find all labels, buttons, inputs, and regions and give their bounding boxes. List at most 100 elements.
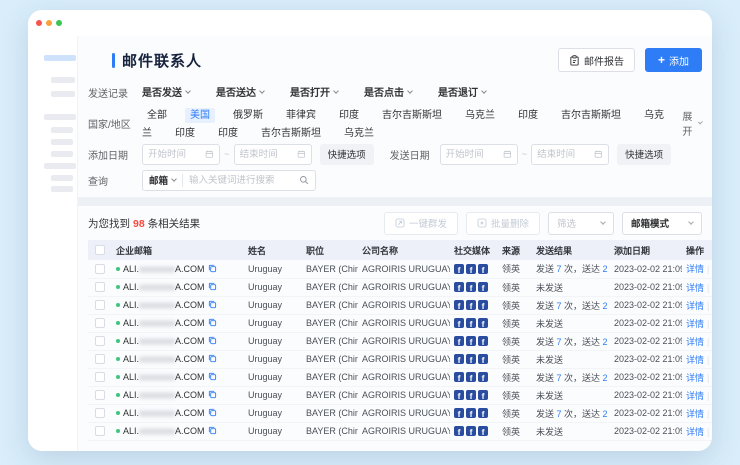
sidebar-item[interactable] [51, 186, 73, 192]
row-checkbox[interactable] [95, 300, 105, 310]
facebook-icon[interactable]: f [478, 300, 488, 310]
add-date-end-input[interactable] [234, 144, 312, 165]
filter-dropdown-是否退订[interactable]: 是否退订 [438, 84, 486, 99]
country-filter-item[interactable]: 吉尔吉斯斯坦 [377, 108, 447, 123]
facebook-icon[interactable]: f [454, 354, 464, 364]
country-filter-item[interactable]: 印度 [513, 108, 543, 123]
sidebar-item-active[interactable] [44, 55, 76, 61]
copy-icon[interactable] [208, 300, 217, 309]
facebook-icon[interactable]: f [454, 282, 464, 292]
facebook-icon[interactable]: f [478, 426, 488, 436]
maximize-window-icon[interactable] [56, 20, 62, 26]
add-button[interactable]: + 添加 [645, 48, 702, 72]
expand-button[interactable]: 展开 [682, 108, 702, 138]
country-filter-item[interactable]: 乌克兰 [339, 126, 379, 141]
facebook-icon[interactable]: f [454, 264, 464, 274]
filter-dropdown-是否点击[interactable]: 是否点击 [364, 84, 412, 99]
facebook-icon[interactable]: f [478, 354, 488, 364]
country-filter-item[interactable]: 吉尔吉斯斯坦 [256, 126, 326, 141]
sidebar-item[interactable] [51, 77, 75, 83]
copy-icon[interactable] [208, 318, 217, 327]
facebook-icon[interactable]: f [478, 336, 488, 346]
facebook-icon[interactable]: f [466, 354, 476, 364]
copy-icon[interactable] [208, 390, 217, 399]
row-checkbox[interactable] [95, 336, 105, 346]
send-date-end-input[interactable] [531, 144, 609, 165]
close-window-icon[interactable] [36, 20, 42, 26]
send-date-quick-options-button[interactable]: 快捷选项 [617, 144, 671, 165]
sidebar-item[interactable] [51, 127, 73, 133]
facebook-icon[interactable]: f [454, 408, 464, 418]
facebook-icon[interactable]: f [466, 408, 476, 418]
copy-icon[interactable] [208, 282, 217, 291]
copy-icon[interactable] [208, 408, 217, 417]
row-checkbox[interactable] [95, 408, 105, 418]
add-date-quick-options-button[interactable]: 快捷选项 [320, 144, 374, 165]
facebook-icon[interactable]: f [478, 282, 488, 292]
copy-icon[interactable] [208, 264, 217, 273]
facebook-icon[interactable]: f [454, 300, 464, 310]
detail-link[interactable]: 详情 [686, 391, 704, 401]
detail-link[interactable]: 详情 [686, 427, 704, 437]
sidebar-item[interactable] [44, 163, 76, 169]
search-input[interactable] [183, 175, 299, 186]
search-icon[interactable] [299, 175, 309, 185]
add-date-start-input[interactable] [142, 144, 220, 165]
facebook-icon[interactable]: f [478, 408, 488, 418]
filter-dropdown-是否送达[interactable]: 是否送达 [216, 84, 264, 99]
facebook-icon[interactable]: f [466, 390, 476, 400]
copy-icon[interactable] [208, 372, 217, 381]
country-filter-item[interactable]: 印度 [334, 108, 364, 123]
detail-link[interactable]: 详情 [686, 409, 704, 419]
facebook-icon[interactable]: f [454, 390, 464, 400]
country-filter-item[interactable]: 乌克兰 [460, 108, 500, 123]
facebook-icon[interactable]: f [478, 372, 488, 382]
detail-link[interactable]: 详情 [686, 337, 704, 347]
bulk-send-button[interactable]: 一键群发 [384, 212, 458, 235]
facebook-icon[interactable]: f [466, 264, 476, 274]
sidebar-item[interactable] [51, 139, 73, 145]
detail-link[interactable]: 详情 [686, 355, 704, 365]
filter-dropdown-是否打开[interactable]: 是否打开 [290, 84, 338, 99]
select-all-checkbox[interactable] [95, 245, 105, 255]
country-filter-item[interactable]: 俄罗斯 [228, 108, 268, 123]
row-checkbox[interactable] [95, 354, 105, 364]
row-checkbox[interactable] [95, 390, 105, 400]
facebook-icon[interactable]: f [466, 372, 476, 382]
country-filter-item[interactable]: 菲律宾 [281, 108, 321, 123]
country-filter-item[interactable]: 吉尔吉斯斯坦 [556, 108, 626, 123]
detail-link[interactable]: 详情 [686, 373, 704, 383]
facebook-icon[interactable]: f [466, 426, 476, 436]
detail-link[interactable]: 详情 [686, 264, 704, 274]
facebook-icon[interactable]: f [478, 390, 488, 400]
send-date-start-input[interactable] [440, 144, 518, 165]
facebook-icon[interactable]: f [466, 300, 476, 310]
copy-icon[interactable] [208, 336, 217, 345]
bulk-delete-button[interactable]: 批量删除 [466, 212, 540, 235]
facebook-icon[interactable]: f [466, 336, 476, 346]
mailbox-mode-select[interactable]: 邮箱模式 [622, 212, 702, 235]
sidebar-item[interactable] [51, 91, 75, 97]
facebook-icon[interactable]: f [454, 336, 464, 346]
facebook-icon[interactable]: f [454, 426, 464, 436]
sidebar-item[interactable] [44, 114, 76, 120]
facebook-icon[interactable]: f [478, 318, 488, 328]
query-type-select[interactable]: 邮箱 [143, 173, 182, 187]
detail-link[interactable]: 详情 [686, 283, 704, 293]
row-checkbox[interactable] [95, 264, 105, 274]
row-checkbox[interactable] [95, 372, 105, 382]
detail-link[interactable]: 详情 [686, 319, 704, 329]
copy-icon[interactable] [208, 354, 217, 363]
facebook-icon[interactable]: f [478, 264, 488, 274]
country-filter-item[interactable]: 全部 [142, 108, 172, 123]
sidebar-item[interactable] [51, 151, 73, 157]
row-checkbox[interactable] [95, 426, 105, 436]
facebook-icon[interactable]: f [454, 318, 464, 328]
country-filter-item[interactable]: 印度 [213, 126, 243, 141]
facebook-icon[interactable]: f [466, 282, 476, 292]
country-filter-item[interactable]: 美国 [185, 108, 215, 123]
detail-link[interactable]: 详情 [686, 301, 704, 311]
country-filter-item[interactable]: 印度 [170, 126, 200, 141]
row-checkbox[interactable] [95, 282, 105, 292]
sidebar-item[interactable] [51, 175, 73, 181]
